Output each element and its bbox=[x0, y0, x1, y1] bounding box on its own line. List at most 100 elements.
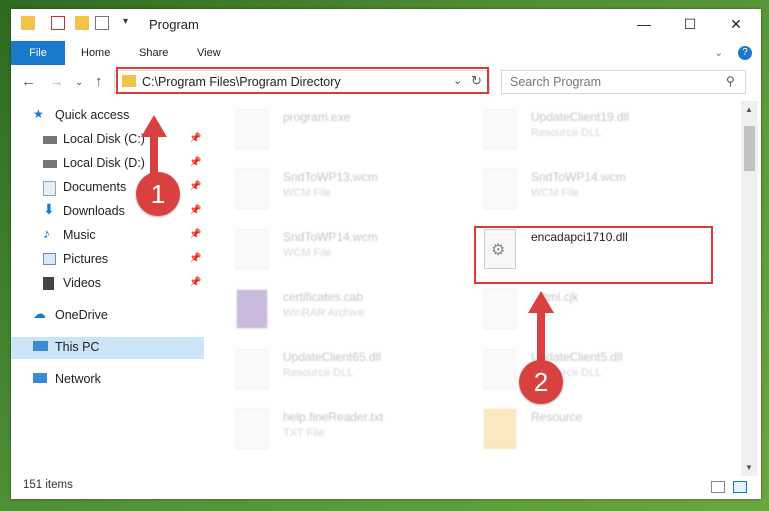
search-input[interactable]: Search Program ⚲ bbox=[501, 70, 746, 94]
folder-icon bbox=[484, 409, 516, 449]
music-icon: ♪ bbox=[43, 225, 50, 241]
file-name: program.exe bbox=[283, 110, 351, 124]
window-title: Program bbox=[149, 17, 199, 32]
scroll-down-icon[interactable]: ▼ bbox=[745, 463, 753, 472]
star-icon: ★ bbox=[33, 107, 44, 121]
pin-icon[interactable]: 📌 bbox=[189, 157, 201, 168]
file-type: WCM File bbox=[283, 187, 332, 199]
sidebar-item-label: Documents bbox=[63, 180, 127, 194]
file-icon bbox=[236, 169, 268, 209]
status-item-count: 151 items bbox=[23, 479, 73, 491]
sidebar-item-label: Network bbox=[55, 372, 101, 386]
sidebar-item-label: Music bbox=[63, 228, 96, 242]
explorer-window: ▾ Program — ☐ ✕ File Home Share View ⌄ ?… bbox=[11, 9, 761, 499]
help-icon[interactable]: ? bbox=[738, 46, 752, 60]
minimize-button[interactable]: — bbox=[621, 9, 667, 39]
pin-icon[interactable]: 📌 bbox=[189, 253, 201, 264]
exe-icon bbox=[236, 109, 268, 149]
expand-ribbon-icon[interactable]: ⌄ bbox=[714, 41, 723, 65]
step-badge-2: 2 bbox=[519, 360, 563, 404]
file-item[interactable]: help.fineReader.txt TXT File bbox=[216, 405, 446, 455]
recent-chevron-icon[interactable]: ⌄ bbox=[75, 77, 83, 88]
sidebar-item-label: This PC bbox=[55, 340, 100, 354]
sidebar-item-this-pc[interactable]: This PC bbox=[11, 337, 204, 359]
pin-icon[interactable]: 📌 bbox=[189, 229, 201, 240]
file-name: SndToWP13.wcm bbox=[283, 170, 378, 184]
maximize-button[interactable]: ☐ bbox=[667, 9, 713, 39]
sidebar-item-label: Local Disk (C:) bbox=[63, 132, 145, 146]
close-button[interactable]: ✕ bbox=[713, 9, 759, 39]
title-bar: ▾ Program — ☐ ✕ bbox=[11, 9, 761, 41]
file-type: Resource DLL bbox=[283, 367, 354, 379]
sidebar-item-label: Videos bbox=[63, 276, 101, 290]
sidebar-item-label: Quick access bbox=[55, 108, 130, 122]
sidebar-item-videos[interactable]: Videos 📌 bbox=[11, 273, 204, 295]
file-item[interactable]: SndToWP14.wcm WCM File bbox=[464, 165, 694, 215]
pin-icon[interactable]: 📌 bbox=[189, 277, 201, 288]
file-name: SndToWP14.wcm bbox=[283, 230, 378, 244]
dll-icon bbox=[484, 109, 516, 149]
step-badge-1: 1 bbox=[136, 172, 180, 216]
pictures-icon bbox=[43, 253, 56, 265]
sidebar-item-network[interactable]: Network bbox=[11, 369, 204, 391]
file-type: TXT File bbox=[283, 427, 325, 439]
details-view-icon[interactable] bbox=[711, 481, 725, 493]
search-icon: ⚲ bbox=[726, 74, 735, 88]
tab-view[interactable]: View bbox=[197, 41, 221, 65]
file-type: Resource DLL bbox=[531, 127, 602, 139]
file-name: certificates.cab bbox=[283, 290, 364, 304]
sidebar-item-label: Local Disk (D:) bbox=[63, 156, 145, 170]
tab-home[interactable]: Home bbox=[81, 41, 110, 65]
file-icon bbox=[484, 289, 516, 329]
pin-icon[interactable]: 📌 bbox=[189, 133, 201, 144]
arrow-shaft-2 bbox=[537, 310, 545, 362]
sidebar-item-pictures[interactable]: Pictures 📌 bbox=[11, 249, 204, 271]
drive-icon bbox=[43, 136, 57, 144]
file-tab[interactable]: File bbox=[11, 41, 65, 65]
forward-button[interactable]: → bbox=[49, 73, 64, 90]
view-icon[interactable] bbox=[95, 16, 109, 30]
properties-icon[interactable] bbox=[51, 16, 65, 30]
back-button[interactable]: ← bbox=[21, 73, 36, 90]
file-item[interactable]: Resource bbox=[464, 405, 694, 455]
cloud-icon: ☁ bbox=[33, 306, 46, 321]
chevron-down-icon[interactable]: ▾ bbox=[123, 16, 137, 30]
drive-icon bbox=[43, 160, 57, 168]
tab-share[interactable]: Share bbox=[139, 41, 168, 65]
file-name: UpdateClient65.dll bbox=[283, 350, 382, 364]
file-item[interactable]: UpdateClient5.dll Resource DLL bbox=[464, 345, 694, 395]
navigation-bar: ← → ⌄ ↑ C:\Program Files\Program Directo… bbox=[11, 65, 761, 99]
new-folder-icon[interactable] bbox=[75, 16, 89, 30]
sidebar-item-local-disk-d[interactable]: Local Disk (D:) 📌 bbox=[11, 153, 204, 175]
sidebar-item-onedrive[interactable]: ☁ OneDrive bbox=[11, 305, 204, 327]
text-file-icon bbox=[236, 409, 268, 449]
scroll-thumb[interactable] bbox=[744, 126, 755, 171]
file-item[interactable]: SndToWP14.wcm WCM File bbox=[216, 225, 446, 275]
file-icon bbox=[236, 229, 268, 269]
file-item[interactable]: UpdateClient19.dll Resource DLL bbox=[464, 105, 694, 155]
file-item[interactable]: ...ftml.cjk File bbox=[464, 285, 694, 335]
sidebar-item-local-disk-c[interactable]: Local Disk (C:) 📌 bbox=[11, 129, 204, 151]
vertical-scrollbar[interactable]: ▲ ▼ bbox=[741, 101, 758, 476]
dll-icon bbox=[484, 349, 516, 389]
file-item[interactable]: program.exe bbox=[216, 105, 446, 155]
sidebar-item-quick-access[interactable]: ★ Quick access bbox=[11, 105, 204, 127]
pin-icon[interactable]: 📌 bbox=[189, 181, 201, 192]
file-icon bbox=[484, 169, 516, 209]
computer-icon bbox=[33, 341, 48, 351]
scroll-up-icon[interactable]: ▲ bbox=[745, 105, 753, 114]
dll-icon bbox=[236, 349, 268, 389]
file-list: program.exe UpdateClient19.dll Resource … bbox=[216, 105, 741, 475]
up-button[interactable]: ↑ bbox=[95, 73, 103, 90]
address-highlight-box bbox=[116, 67, 489, 94]
file-item[interactable]: UpdateClient65.dll Resource DLL bbox=[216, 345, 446, 395]
folder-icon bbox=[21, 16, 35, 30]
network-icon bbox=[33, 373, 47, 383]
sidebar-item-music[interactable]: ♪ Music 📌 bbox=[11, 225, 204, 247]
pin-icon[interactable]: 📌 bbox=[189, 205, 201, 216]
file-item[interactable]: SndToWP13.wcm WCM File bbox=[216, 165, 446, 215]
file-item[interactable]: certificates.cab WinRAR Archive bbox=[216, 285, 446, 335]
large-icons-view-icon[interactable] bbox=[733, 481, 747, 493]
file-name: help.fineReader.txt bbox=[283, 410, 384, 424]
search-placeholder: Search Program bbox=[510, 75, 602, 89]
